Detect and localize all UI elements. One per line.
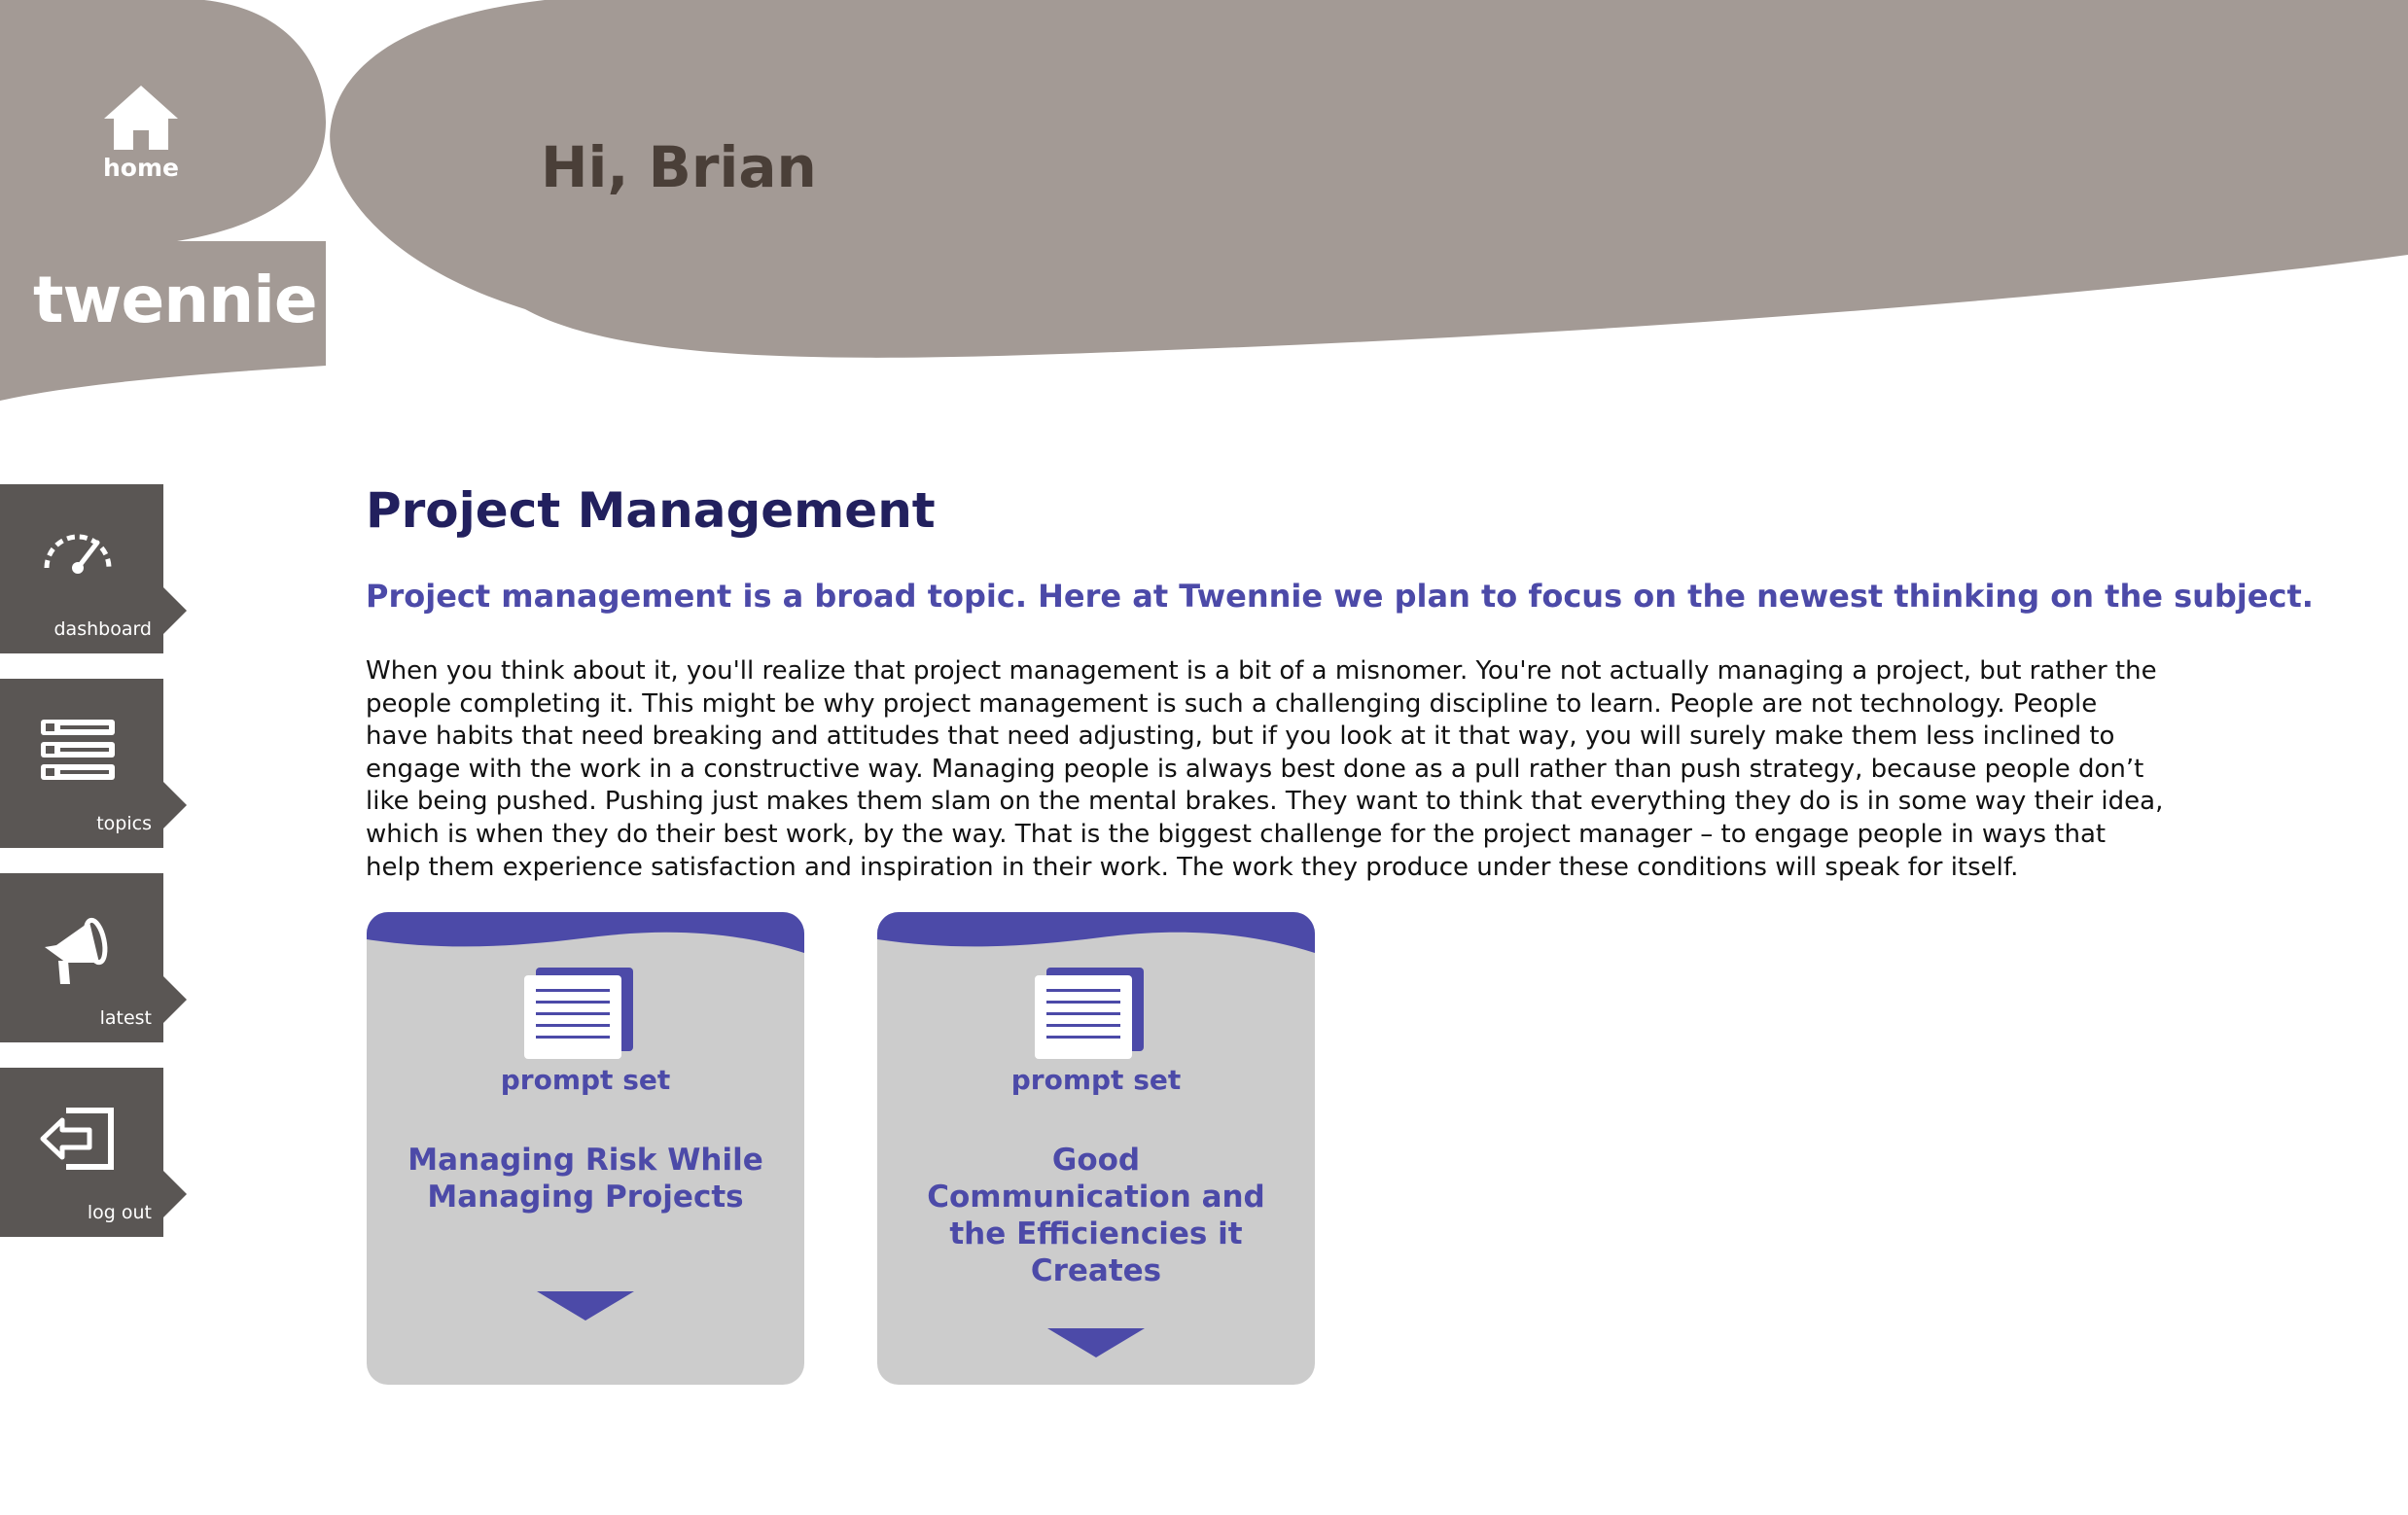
sidebar-item-log-out[interactable]: log out <box>0 1068 187 1237</box>
card-wave <box>367 912 804 953</box>
nav-pointer <box>163 976 187 1023</box>
sidebar-item-latest[interactable]: latest <box>0 873 187 1042</box>
speedometer-icon <box>44 534 112 574</box>
card-title: Managing Risk While Managing Projects <box>407 1143 763 1215</box>
chevron-down-icon[interactable] <box>1047 1328 1145 1357</box>
prompt-set-card[interactable]: prompt set Good Communication and the Ef… <box>877 912 1315 1385</box>
sidebar-item-label: latest <box>99 1007 152 1029</box>
card-wave <box>877 912 1315 953</box>
nav-pointer <box>163 1171 187 1217</box>
sidebar-item-dashboard[interactable]: dashboard <box>0 484 187 653</box>
brand-logo: twennie <box>33 263 318 337</box>
document-stack-icon <box>524 968 633 1059</box>
nav-pointer <box>163 782 187 828</box>
sidebar-item-label: log out <box>87 1202 152 1223</box>
sidebar-item-label: dashboard <box>53 618 152 640</box>
chevron-down-icon[interactable] <box>537 1291 634 1321</box>
card-type: prompt set <box>1010 1064 1182 1096</box>
card-type: prompt set <box>500 1064 671 1096</box>
logout-icon <box>40 1108 114 1170</box>
greeting: Hi, Brian <box>541 134 817 200</box>
intro-text: When you think about it, you'll realize … <box>366 656 2164 882</box>
home-label: home <box>103 154 179 182</box>
sidebar-item-topics[interactable]: topics <box>0 679 187 848</box>
sidebar-item-label: topics <box>96 813 152 834</box>
page-subtitle: Project management is a broad topic. Her… <box>366 578 2314 615</box>
page-title: Project Management <box>366 482 936 539</box>
home-link[interactable]: home <box>99 84 183 182</box>
document-stack-icon <box>1035 968 1144 1059</box>
nav-pointer <box>163 587 187 634</box>
card-title: Good Communication and the Efficiencies … <box>927 1143 1265 1288</box>
megaphone-icon <box>45 917 108 984</box>
list-icon <box>41 720 115 780</box>
header-background <box>0 0 2408 401</box>
home-icon <box>104 86 178 150</box>
prompt-set-card[interactable]: prompt set Managing Risk While Managing … <box>367 912 804 1385</box>
